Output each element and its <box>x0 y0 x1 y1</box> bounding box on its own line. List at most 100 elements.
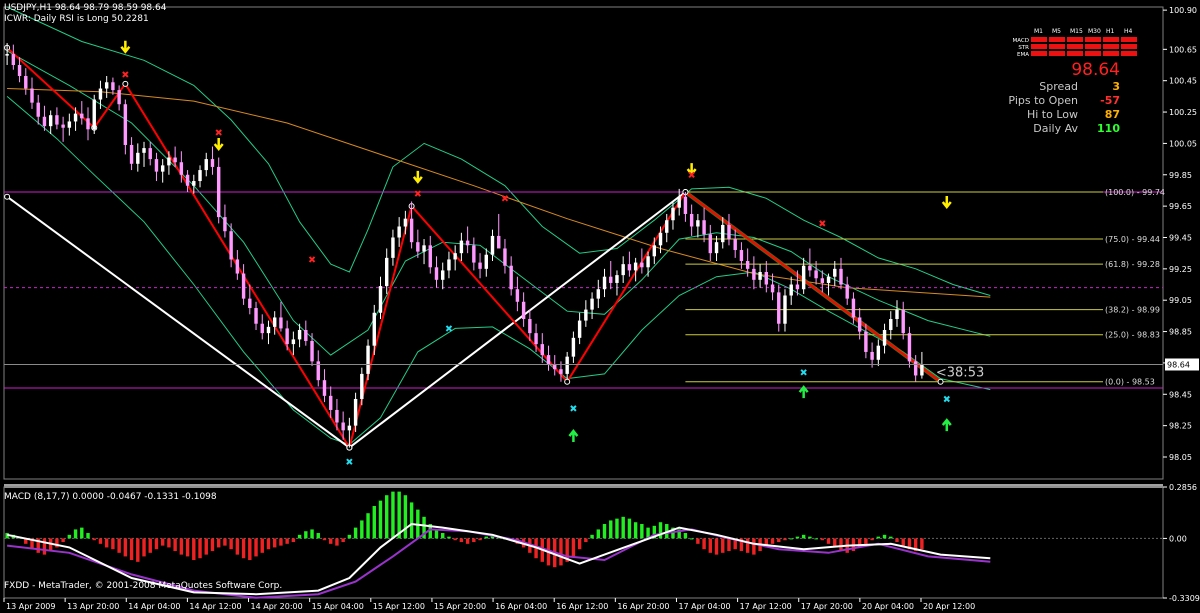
candle-body <box>727 224 731 240</box>
macd-histogram-bar <box>403 495 408 539</box>
macd-histogram-bar <box>590 534 594 539</box>
sell-arrow-icon <box>941 195 952 209</box>
candle-body <box>478 262 482 269</box>
timeframe-label: H1 <box>1106 28 1115 35</box>
candle-body <box>272 317 277 327</box>
macd-label: MACD (8,17,7) 0.0000 -0.0467 -0.1331 -0.… <box>4 492 217 502</box>
macd-histogram-bar <box>92 538 96 541</box>
candle-body <box>633 262 638 271</box>
candle-body <box>577 320 582 338</box>
candle-body <box>503 248 507 266</box>
candle-body <box>839 268 843 285</box>
signal-row-label: MACD <box>1013 38 1030 44</box>
candle-body <box>889 319 893 330</box>
stat-value: 110 <box>1097 122 1120 135</box>
macd-histogram-bar <box>696 538 700 544</box>
stat-value: 3 <box>1112 80 1120 93</box>
cyan-cross-icon <box>346 458 353 465</box>
macd-histogram-bar <box>304 531 308 539</box>
macd-histogram-bar <box>633 522 638 539</box>
candle-body <box>216 166 221 218</box>
signal-cell <box>1049 51 1065 56</box>
time-tick-label: 14 Apr 20:00 <box>251 602 303 611</box>
candles <box>5 43 924 448</box>
macd-histogram-bar <box>179 538 184 555</box>
macd-histogram-bar <box>61 538 65 543</box>
macd-histogram-bar <box>882 534 887 539</box>
macd-histogram-bar <box>640 524 644 539</box>
macd-histogram-bar <box>584 538 588 543</box>
macd-histogram-bar <box>870 538 874 541</box>
time-tick-label: 15 Apr 04:00 <box>312 602 364 611</box>
timeframe-label: M30 <box>1088 28 1101 35</box>
time-tick-label: 17 Apr 12:00 <box>740 602 792 611</box>
candle-body <box>36 102 40 117</box>
signal-cell <box>1067 37 1083 42</box>
candle-body <box>98 88 103 100</box>
candle-body <box>733 239 737 251</box>
candle-body <box>901 309 905 334</box>
macd-histogram-bar <box>689 538 694 540</box>
candle-body <box>434 267 439 280</box>
macd-histogram-bar <box>297 534 302 539</box>
macd-histogram-bar <box>372 506 376 539</box>
zigzag-node <box>122 80 129 87</box>
signal-cell <box>1121 51 1137 56</box>
candle-body <box>167 157 171 166</box>
candle-body <box>154 159 159 172</box>
macd-histogram-bar <box>80 527 84 539</box>
candle-body <box>721 224 725 243</box>
candle-body <box>198 170 202 182</box>
candle-body <box>42 116 47 127</box>
timeframe-signal-grid: M1 M5 M15 M30 H1 H4 MACDSTREMA <box>1013 28 1137 58</box>
macd-histogram-bar <box>478 538 482 541</box>
macd-histogram-bar <box>745 538 750 553</box>
candle-body <box>683 196 688 214</box>
cyan-cross-icon <box>445 325 453 332</box>
macd-histogram-bar <box>876 536 881 539</box>
candle-body <box>789 284 793 296</box>
timeframe-label: M1 <box>1034 28 1043 35</box>
candle-body <box>403 218 408 227</box>
candle-body <box>173 157 177 163</box>
current-price-tag-label: 98.64 <box>1167 360 1190 369</box>
candle-body <box>360 373 364 399</box>
price-chart[interactable]: (100.0) - 99.74 (75.0) - 99.44 (61.8) - 99… <box>0 0 1200 613</box>
candle-body <box>820 278 825 283</box>
candle-body <box>515 289 520 302</box>
time-tick-label: 16 Apr 20:00 <box>617 602 669 611</box>
time-tick-label: 14 Apr 04:00 <box>128 602 180 611</box>
macd-tick-label: 0.00 <box>1169 534 1187 543</box>
fib-label: (25.0) - 98.83 <box>1105 331 1160 340</box>
candle-body <box>882 329 887 346</box>
sell-arrow-icon <box>686 163 697 177</box>
signal-cell <box>1085 37 1101 42</box>
macd-histogram-bar <box>864 538 868 544</box>
time-tick-label: 17 Apr 20:00 <box>801 602 853 611</box>
macd-histogram-bar <box>173 538 177 552</box>
macd-histogram-bar <box>235 538 240 555</box>
candle-body <box>453 253 457 260</box>
macd-histogram-bar <box>409 502 414 539</box>
candle-body <box>235 259 240 274</box>
candle-body <box>602 276 607 290</box>
time-tick-label: 14 Apr 12:00 <box>189 602 241 611</box>
candle-body <box>801 265 806 290</box>
bb-upper-line <box>6 6 991 296</box>
candle-body <box>907 333 912 362</box>
macd-histogram-bar <box>136 538 140 562</box>
macd-histogram-bar <box>129 538 134 561</box>
fib-label: (100.0) - 99.74 <box>1105 188 1165 197</box>
candle-body <box>30 88 34 103</box>
candle-body <box>353 398 358 426</box>
time-axis: 13 Apr 2009 13 Apr 20:00 14 Apr 04:00 14 Ap… <box>3 598 975 611</box>
macd-histogram-bar <box>721 538 725 553</box>
candle-body <box>372 312 376 346</box>
time-tick-label: 15 Apr 20:00 <box>434 602 486 611</box>
macd-histogram-bar <box>328 538 333 544</box>
cyan-cross-icon <box>943 395 950 403</box>
macd-histogram-bar <box>266 538 271 550</box>
candle-body <box>48 115 53 127</box>
price-tick-label: 100.65 <box>1169 45 1197 54</box>
current-price-display: 98.64 <box>1071 60 1120 80</box>
